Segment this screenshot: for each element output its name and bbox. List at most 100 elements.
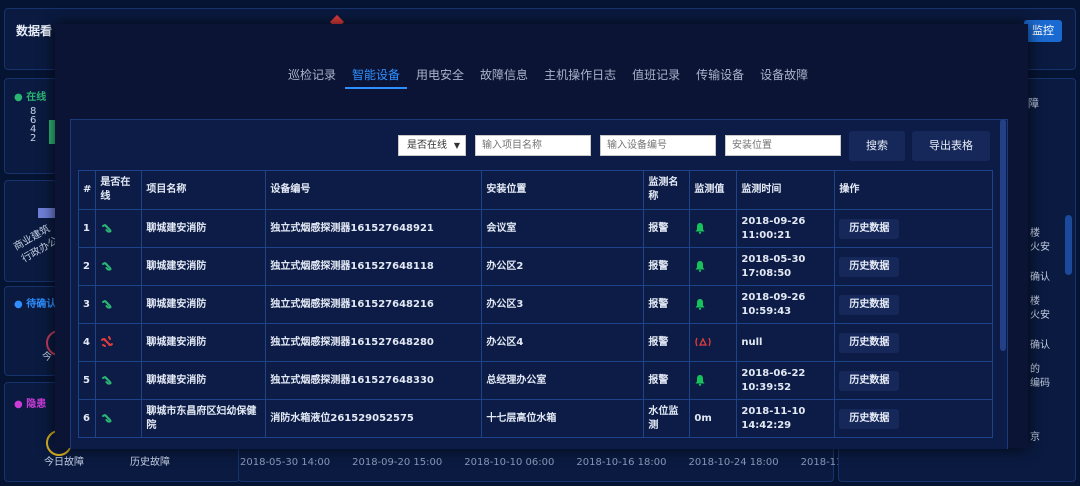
history-data-button[interactable]: 历史数据 xyxy=(839,218,900,239)
axis-tick: 2018-09-20 15:00 xyxy=(352,457,443,468)
install-location: 会议室 xyxy=(481,209,645,248)
monitor-time: null xyxy=(736,323,836,362)
right-text: 编码 xyxy=(1030,378,1050,389)
online-filter-value: 是否在线 xyxy=(407,140,447,151)
col-header-location: 安装位置 xyxy=(481,170,645,210)
table-row: 3 聊城建安消防 独立式烟感探测器161527648216 办公区3 报警 2018-09… xyxy=(77,285,994,324)
device-number: 独立式烟感探测器161527648118 xyxy=(265,247,483,286)
table-row: 5 聊城建安消防 独立式烟感探测器161527648330 总经理办公室 报警 2018-… xyxy=(77,361,994,400)
online-status xyxy=(95,323,143,362)
table-row: 4 聊城建安消防 独立式烟感探测器161527648280 办公区4 报警 null 历史数… xyxy=(77,323,994,362)
broken-link-icon xyxy=(101,336,114,347)
monitor-value-cell xyxy=(689,247,738,286)
action-cell: 历史数据 xyxy=(834,247,994,286)
monitor-name: 水位监测 xyxy=(643,399,691,438)
right-text: 火安 xyxy=(1030,242,1050,253)
tab-inspection-records[interactable]: 巡检记录 xyxy=(281,66,343,89)
tab-smart-devices[interactable]: 智能设备 xyxy=(345,66,408,89)
col-header-project: 项目名称 xyxy=(141,170,267,210)
row-index: 6 xyxy=(77,399,97,438)
right-text: 火安 xyxy=(1030,310,1050,321)
table-row: 1 聊城建安消防 独立式烟感探测器161527648921 会议室 报警 2018-09-… xyxy=(77,209,994,248)
tab-host-operation-log[interactable]: 主机操作日志 xyxy=(537,66,623,89)
install-location: 办公区2 xyxy=(481,247,645,286)
panel-scrollbar[interactable] xyxy=(1000,119,1006,351)
online-status xyxy=(95,399,143,438)
history-data-button[interactable]: 历史数据 xyxy=(839,294,900,315)
device-number: 独立式烟感探测器161527648921 xyxy=(265,209,483,248)
project-name: 聊城建安消防 xyxy=(141,247,267,286)
col-header-monitor-time: 监测时间 xyxy=(736,170,836,210)
tab-transmission-devices[interactable]: 传输设备 xyxy=(689,66,751,89)
tab-duty-records[interactable]: 值班记录 xyxy=(625,66,687,89)
history-data-button[interactable]: 历史数据 xyxy=(839,256,900,277)
right-scrollbar[interactable] xyxy=(1065,215,1072,275)
online-tick: 2 xyxy=(30,133,37,144)
link-icon xyxy=(102,376,112,385)
col-header-device: 设备编号 xyxy=(265,170,483,210)
table-row: 6 聊城市东昌府区妇幼保健院 消防水箱液位261529052575 十七层高位水箱 水位… xyxy=(77,399,994,438)
pending-label: ● 待确认 xyxy=(14,299,57,310)
tab-device-faults[interactable]: 设备故障 xyxy=(753,66,815,89)
project-name: 聊城市东昌府区妇幼保健院 xyxy=(141,399,267,438)
device-number-input[interactable] xyxy=(600,135,716,156)
location-input[interactable] xyxy=(725,135,841,156)
monitor-name: 报警 xyxy=(643,361,691,400)
monitor-time: 2018-09-26 10:59:43 xyxy=(736,285,836,324)
monitor-value-cell xyxy=(689,323,738,362)
bell-icon xyxy=(695,260,705,272)
hazard-label: ● 隐患 xyxy=(14,399,47,410)
online-filter-select[interactable]: 是否在线 ▼ xyxy=(398,135,466,156)
export-table-button[interactable]: 导出表格 xyxy=(912,131,990,161)
action-cell: 历史数据 xyxy=(834,209,994,248)
right-panel-header: 障 xyxy=(1028,97,1039,110)
monitor-value-cell xyxy=(689,209,738,248)
tab-fault-info[interactable]: 故障信息 xyxy=(473,66,535,89)
monitor-value: 0m xyxy=(694,412,712,424)
project-name: 聊城建安消防 xyxy=(141,209,267,248)
history-data-button[interactable]: 历史数据 xyxy=(839,408,900,429)
monitor-time: 2018-11-10 14:42:29 xyxy=(736,399,836,438)
right-text: 京 xyxy=(1030,432,1040,443)
row-index: 5 xyxy=(77,361,97,400)
search-button[interactable]: 搜索 xyxy=(849,131,905,161)
modal-tabs: 巡检记录 智能设备 用电安全 故障信息 主机操作日志 值班记录 传输设备 设备故… xyxy=(281,66,817,89)
install-location: 办公区3 xyxy=(481,285,645,324)
monitor-value-cell xyxy=(689,285,738,324)
device-number: 独立式烟感探测器161527648280 xyxy=(265,323,483,362)
right-text: 楼 xyxy=(1030,296,1040,307)
project-name: 聊城建安消防 xyxy=(141,323,267,362)
today-fault-label: 今日故障 xyxy=(44,457,84,468)
category-bar xyxy=(38,208,55,218)
monitor-time: 2018-09-26 11:00:21 xyxy=(736,209,836,248)
project-name-input[interactable] xyxy=(475,135,591,156)
table-body: 1 聊城建安消防 独立式烟感探测器161527648921 会议室 报警 2018-09-… xyxy=(77,209,994,438)
axis-tick: 2018-10-10 06:00 xyxy=(464,457,555,468)
col-header-index: # xyxy=(77,170,97,210)
tab-electrical-safety[interactable]: 用电安全 xyxy=(409,66,471,89)
row-index: 2 xyxy=(77,247,97,286)
monitor-name: 报警 xyxy=(643,209,691,248)
monitor-value-cell xyxy=(689,361,738,400)
history-data-button[interactable]: 历史数据 xyxy=(839,332,900,353)
monitor-name: 报警 xyxy=(643,247,691,286)
row-index: 4 xyxy=(77,323,97,362)
monitor-time: 2018-05-30 17:08:50 xyxy=(736,247,836,286)
install-location: 十七层高位水箱 xyxy=(481,399,645,438)
col-header-online: 是否在线 xyxy=(95,170,143,210)
history-data-button[interactable]: 历史数据 xyxy=(839,370,900,391)
timeline-axis: 2018-05-30 14:00 2018-09-20 15:00 2018-10-… xyxy=(240,457,913,468)
monitor-time: 2018-06-22 10:39:52 xyxy=(736,361,836,400)
install-location: 总经理办公室 xyxy=(481,361,645,400)
device-number: 独立式烟感探测器161527648216 xyxy=(265,285,483,324)
history-fault-label: 历史故障 xyxy=(130,457,170,468)
col-header-action: 操作 xyxy=(834,170,994,210)
monitor-name: 报警 xyxy=(643,323,691,362)
monitor-button[interactable]: 监控 xyxy=(1024,20,1062,42)
action-cell: 历史数据 xyxy=(834,399,994,438)
axis-tick: 2018-05-30 14:00 xyxy=(240,457,331,468)
online-status xyxy=(95,361,143,400)
axis-tick: 2018-10-16 18:00 xyxy=(576,457,667,468)
alarm-icon xyxy=(695,337,712,346)
device-number: 消防水箱液位261529052575 xyxy=(265,399,483,438)
